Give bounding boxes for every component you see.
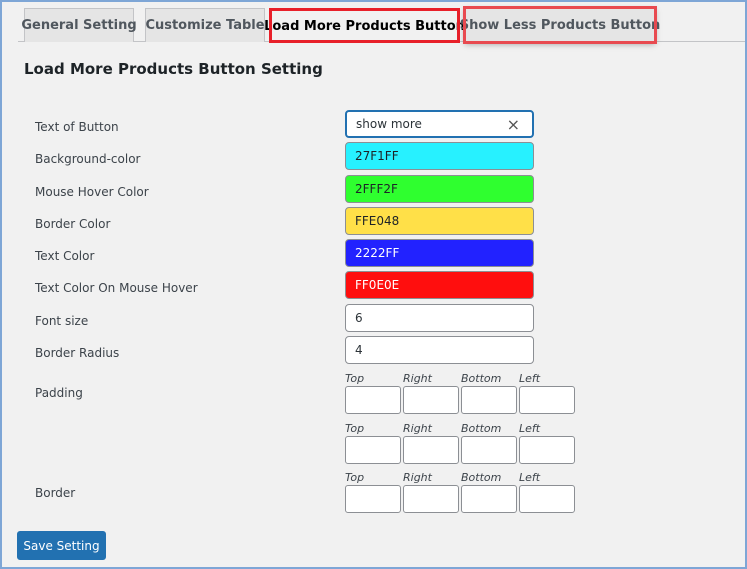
save-setting-button[interactable]: Save Setting (17, 531, 106, 560)
input-value: 27F1FF (355, 149, 399, 163)
border-label: Border (35, 486, 76, 500)
input-value: 2FFF2F (355, 182, 398, 196)
text-color-label: Text Color (35, 249, 95, 263)
tab-show-less-products-button[interactable]: Show Less Products Button (460, 6, 660, 44)
text-of-button-label: Text of Button (35, 120, 119, 134)
padding-bottom-input[interactable] (461, 386, 517, 414)
font-size-label: Font size (35, 314, 89, 328)
border-color-input[interactable]: FFE048 (345, 207, 534, 235)
padding-right-input[interactable] (403, 386, 459, 414)
border-right-input[interactable] (403, 485, 459, 513)
tab-customize-table[interactable]: Customize Table (145, 8, 265, 42)
extra-top-input[interactable] (345, 436, 401, 464)
background-color-input[interactable]: 27F1FF (345, 142, 534, 170)
border-left-input[interactable] (519, 485, 575, 513)
extra-top-caption: Top (345, 422, 365, 435)
input-value: 4 (355, 343, 363, 357)
border-bottom-caption: Bottom (461, 471, 502, 484)
padding-bottom-caption: Bottom (461, 372, 502, 385)
input-value: FFE048 (355, 214, 400, 228)
font-size-input[interactable]: 6 (345, 304, 534, 332)
border-radius-label: Border Radius (35, 346, 120, 360)
padding-left-caption: Left (519, 372, 541, 385)
border-color-label: Border Color (35, 217, 111, 231)
border-radius-input[interactable]: 4 (345, 336, 534, 364)
background-color-label: Background-color (35, 152, 141, 166)
border-top-input[interactable] (345, 485, 401, 513)
extra-right-caption: Right (403, 422, 432, 435)
input-value: 2222FF (355, 246, 400, 260)
extra-left-input[interactable] (519, 436, 575, 464)
tab-load-more-products-button[interactable]: Load More Products Button (264, 8, 465, 43)
mouse-hover-color-input[interactable]: 2FFF2F (345, 175, 534, 203)
input-value: show more (356, 117, 422, 131)
input-value: FF0E0E (355, 278, 400, 292)
extra-bottom-input[interactable] (461, 436, 517, 464)
border-top-caption: Top (345, 471, 365, 484)
extra-left-caption: Left (519, 422, 541, 435)
padding-label: Padding (35, 386, 83, 400)
padding-top-input[interactable] (345, 386, 401, 414)
text-of-button-input[interactable]: show more × (345, 110, 534, 138)
text-color-on-mouse-hover-input[interactable]: FF0E0E (345, 271, 534, 299)
page-title: Load More Products Button Setting (24, 60, 323, 78)
tab-general-setting[interactable]: General Setting (21, 8, 137, 42)
input-value: 6 (355, 311, 363, 325)
extra-bottom-caption: Bottom (461, 422, 502, 435)
border-right-caption: Right (403, 471, 432, 484)
padding-left-input[interactable] (519, 386, 575, 414)
clear-icon[interactable]: × (507, 115, 520, 134)
border-bottom-input[interactable] (461, 485, 517, 513)
text-color-on-mouse-hover-label: Text Color On Mouse Hover (35, 281, 198, 295)
border-left-caption: Left (519, 471, 541, 484)
extra-right-input[interactable] (403, 436, 459, 464)
text-color-input[interactable]: 2222FF (345, 239, 534, 267)
padding-top-caption: Top (345, 372, 365, 385)
mouse-hover-color-label: Mouse Hover Color (35, 185, 149, 199)
padding-right-caption: Right (403, 372, 432, 385)
